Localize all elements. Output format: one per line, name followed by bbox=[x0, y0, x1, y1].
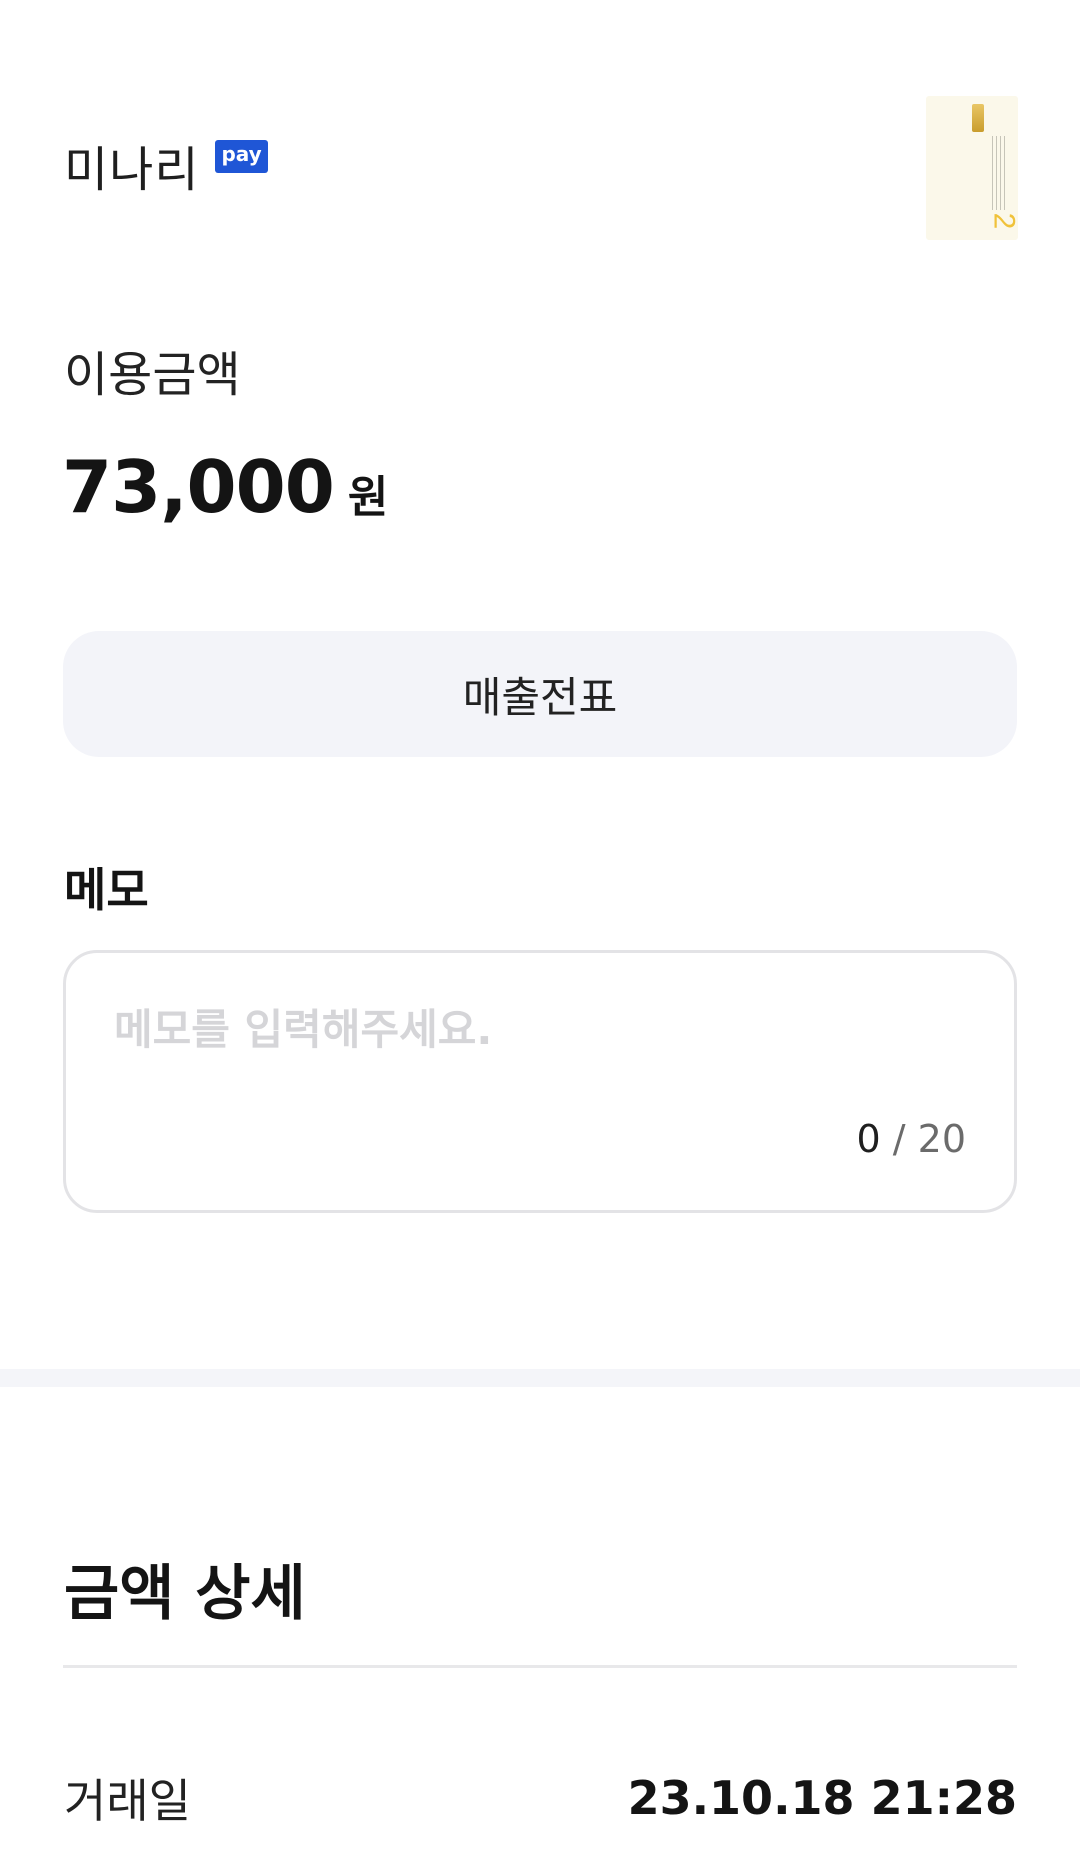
merchant-name: 미나리 bbox=[64, 142, 200, 198]
pay-badge: pay bbox=[215, 139, 268, 173]
card-text-lines bbox=[992, 136, 1006, 210]
transaction-detail-page: 미나리 pay 2 이용금액 73,000 원 매출전표 메모 0 / 20 금… bbox=[0, 0, 1080, 1873]
merchant-header: 미나리 pay bbox=[64, 130, 268, 200]
section-divider bbox=[0, 1369, 1080, 1387]
card-number-mark: 2 bbox=[987, 212, 1018, 230]
memo-field[interactable]: 0 / 20 bbox=[63, 950, 1017, 1213]
memo-counter-separator: / bbox=[892, 1117, 906, 1161]
amount-display: 73,000 원 bbox=[62, 445, 388, 529]
amount-value: 73,000 bbox=[62, 445, 335, 529]
amount-label: 이용금액 bbox=[64, 347, 241, 403]
transaction-date-label: 거래일 bbox=[64, 1774, 191, 1828]
memo-char-counter: 0 / 20 bbox=[856, 1117, 966, 1161]
transaction-date-value: 23.10.18 21:28 bbox=[627, 1771, 1017, 1825]
amount-detail-title: 금액 상세 bbox=[64, 1559, 306, 1629]
memo-input[interactable] bbox=[114, 999, 894, 1059]
memo-char-max: 20 bbox=[917, 1117, 966, 1161]
card-chip bbox=[972, 104, 984, 132]
card-thumbnail-icon: 2 bbox=[926, 96, 1018, 240]
memo-title: 메모 bbox=[64, 863, 149, 917]
sales-receipt-button[interactable]: 매출전표 bbox=[63, 631, 1017, 757]
memo-char-count: 0 bbox=[856, 1117, 881, 1161]
detail-divider bbox=[63, 1665, 1017, 1668]
amount-unit: 원 bbox=[347, 472, 389, 523]
detail-row-transaction-date: 거래일 23.10.18 21:28 bbox=[64, 1765, 1017, 1831]
